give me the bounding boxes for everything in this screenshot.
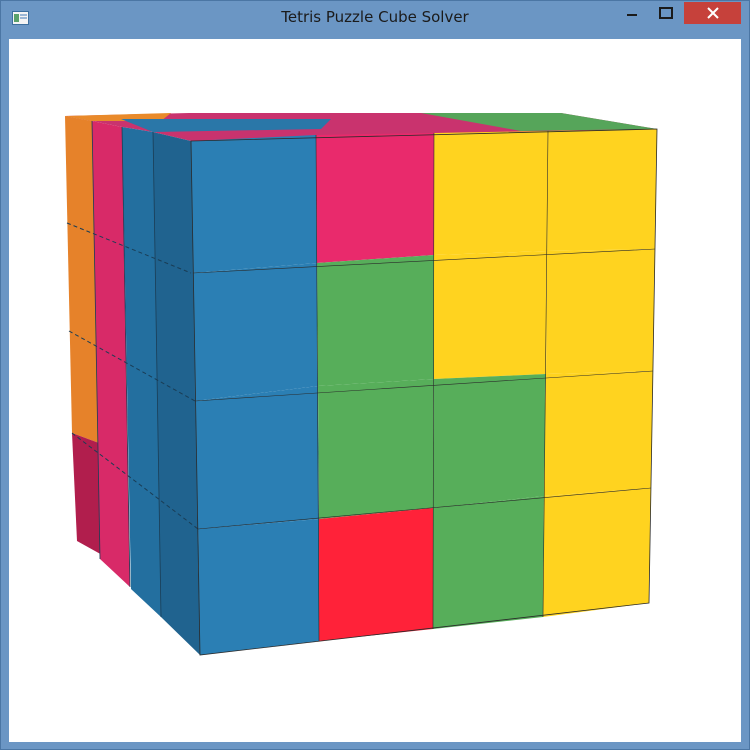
maximize-icon [659, 4, 673, 23]
cube-cell [434, 131, 548, 255]
app-window: Tetris Puzzle Cube Solver [0, 0, 750, 750]
close-button[interactable] [684, 2, 741, 24]
cube-cell [317, 255, 434, 386]
puzzle-cube-3d[interactable] [9, 39, 741, 742]
cube-cell [198, 519, 319, 655]
cube-cell [546, 249, 655, 374]
cube-cell [191, 135, 317, 273]
cube-front-face [190, 128, 658, 656]
close-icon [706, 4, 719, 23]
cube-cell [195, 386, 319, 529]
cube-cell [318, 379, 434, 519]
cube-cell [316, 133, 434, 263]
cube-cell [547, 129, 657, 251]
maximize-button[interactable] [651, 2, 681, 24]
minimize-icon [626, 4, 638, 23]
cube-cell [433, 496, 544, 629]
cube-viewport[interactable] [9, 39, 741, 742]
cube-cell [193, 263, 318, 401]
cube-left-face [65, 116, 200, 655]
title-bar[interactable]: Tetris Puzzle Cube Solver [1, 1, 749, 37]
cube-cell [543, 488, 651, 617]
cube-cell [433, 374, 546, 508]
cube-cell [544, 371, 653, 496]
cube-cell [319, 508, 433, 641]
cube-cell [434, 251, 547, 379]
minimize-button[interactable] [617, 2, 647, 24]
